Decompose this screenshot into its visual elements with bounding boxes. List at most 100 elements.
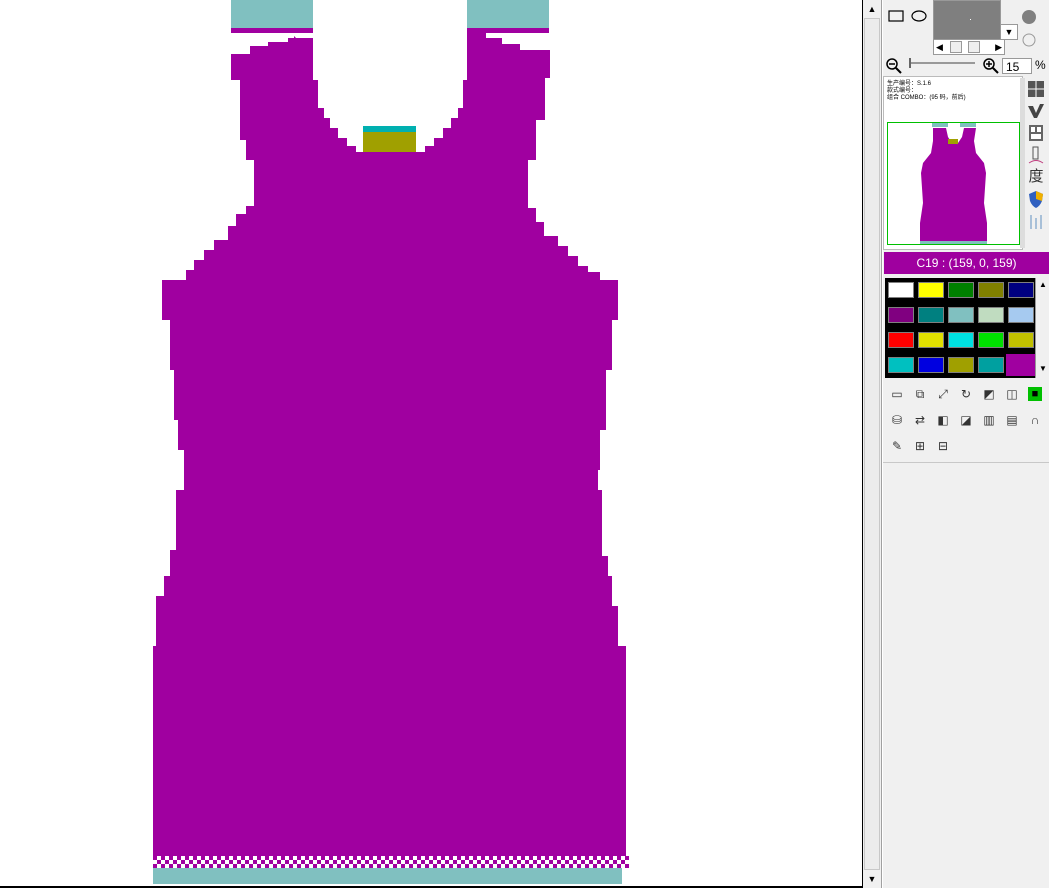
hem-checker-cell (229, 860, 233, 864)
hem-checker-cell (481, 860, 485, 864)
check-icon[interactable] (1025, 100, 1047, 122)
palette-swatch[interactable] (888, 332, 914, 348)
shield-icon[interactable] (1025, 188, 1047, 210)
hem-checker-cell (301, 864, 305, 868)
chevron-down-icon[interactable]: ▼ (1000, 24, 1018, 40)
hem-checker-cell (349, 860, 353, 864)
palette-swatch[interactable] (888, 357, 914, 373)
gradient-icon[interactable]: ▥ (979, 410, 999, 430)
hem-checker-cell (485, 860, 489, 864)
hem-checker-cell (405, 860, 409, 864)
zoom-slider-handle[interactable] (909, 58, 911, 68)
palette-swatch[interactable] (978, 307, 1004, 323)
hem-checker-cell (609, 856, 613, 860)
hem-checker-cell (609, 864, 613, 868)
distribute-icon[interactable]: ⊟ (933, 436, 953, 456)
mirror-icon[interactable]: ◩ (979, 384, 999, 404)
chevron-left-icon[interactable]: ◀ (936, 40, 943, 54)
hem-checker-cell (469, 856, 473, 860)
hem-checker-cell (625, 864, 629, 868)
main-vertical-scrollbar[interactable]: ▲ ▼ (862, 0, 882, 888)
palette-swatch[interactable] (978, 282, 1004, 298)
filled-circle-icon[interactable] (1022, 10, 1036, 24)
hem-checker-cell (285, 860, 289, 864)
chart-edit-icon[interactable]: ▤ (1002, 410, 1022, 430)
hem-checker-cell (545, 856, 549, 860)
palette-swatch[interactable] (888, 307, 914, 323)
hem-checker-cell (585, 864, 589, 868)
palette-swatch[interactable] (948, 282, 974, 298)
arch-icon[interactable]: ∩ (1025, 410, 1045, 430)
thumbnail-viewport-frame[interactable] (887, 122, 1020, 245)
palette-swatch[interactable] (1008, 282, 1034, 298)
zoom-slider[interactable] (909, 58, 975, 68)
zoom-in-icon[interactable] (982, 57, 1000, 75)
hem-checker-cell (509, 860, 513, 864)
scroll-thumb-small[interactable] (950, 41, 962, 53)
layout-icon[interactable] (1025, 122, 1047, 144)
copy-block-icon[interactable]: ⧉ (910, 384, 930, 404)
palette-swatch[interactable] (1008, 332, 1034, 348)
palette-scrollbar[interactable]: ▲ ▼ (1035, 278, 1049, 378)
hem-checker-cell (597, 856, 601, 860)
hem-checker-cell (337, 864, 341, 868)
bars-icon[interactable] (1025, 210, 1047, 232)
hem-checker-cell (521, 856, 525, 860)
palette-swatch[interactable] (948, 357, 974, 373)
pattern-preview-box[interactable] (933, 0, 1001, 40)
palette-swatch[interactable] (1006, 354, 1036, 376)
rectangle-shape-icon[interactable] (888, 10, 904, 22)
hem-checker-cell (333, 860, 337, 864)
brush-shape-options (1022, 10, 1036, 47)
split-view-icon[interactable]: ◫ (1002, 384, 1022, 404)
scroll-thumb-small-2[interactable] (968, 41, 980, 53)
ellipse-shape-icon[interactable] (911, 10, 927, 22)
hem-checker-cell (165, 856, 169, 860)
pen-icon[interactable] (1025, 144, 1047, 166)
scroll-down-arrow-icon[interactable]: ▼ (865, 872, 879, 886)
hem-checker-cell (253, 856, 257, 860)
palette-swatch[interactable] (978, 357, 1004, 373)
scroll-thumb[interactable] (864, 18, 880, 870)
hem-checker-cell (277, 864, 281, 868)
degree-icon[interactable]: 度 (1025, 166, 1047, 188)
drawing-canvas[interactable] (0, 0, 862, 886)
palette-swatch[interactable] (1008, 307, 1034, 323)
color-palette[interactable] (885, 278, 1036, 378)
palette-swatch[interactable] (918, 332, 944, 348)
zoom-out-icon[interactable] (885, 57, 903, 75)
palette-swatch[interactable] (888, 282, 914, 298)
hem-checker-cell (321, 860, 325, 864)
scroll-up-arrow-icon[interactable]: ▲ (1037, 280, 1049, 289)
flip-h-icon[interactable]: ◧ (933, 410, 953, 430)
palette-swatch[interactable] (978, 332, 1004, 348)
hem-checker-cell (409, 860, 413, 864)
hollow-circle-icon[interactable] (1022, 33, 1036, 47)
palette-swatch[interactable] (948, 332, 974, 348)
zoom-input[interactable]: 15 (1002, 58, 1032, 74)
hem-checker-cell (445, 856, 449, 860)
grid-icon[interactable] (1025, 78, 1047, 100)
palette-swatch[interactable] (918, 282, 944, 298)
hem-checker-cell (249, 856, 253, 860)
palette-swatch[interactable] (918, 357, 944, 373)
palette-swatch[interactable] (918, 307, 944, 323)
scroll-down-arrow-icon[interactable]: ▼ (1037, 364, 1049, 373)
resize-icon[interactable]: ⤢ (933, 384, 953, 404)
invert-icon[interactable]: ◪ (956, 410, 976, 430)
chevron-right-icon[interactable]: ▶ (995, 40, 1002, 54)
palette-swatch[interactable] (948, 307, 974, 323)
black-fill-icon[interactable]: ■ (1028, 387, 1042, 401)
align-icon[interactable]: ⊞ (910, 436, 930, 456)
hem-checker-cell (557, 864, 561, 868)
swap-colors-icon[interactable]: ⇄ (910, 410, 930, 430)
pen-tool-icon[interactable]: ✎ (887, 436, 907, 456)
scroll-up-arrow-icon[interactable]: ▲ (865, 2, 879, 16)
select-rect-icon[interactable]: ▭ (887, 384, 907, 404)
hem-checker-cell (313, 856, 317, 860)
fill-bucket-icon[interactable]: ⛁ (887, 410, 907, 430)
thumbnail-navigator[interactable]: 生产编号：S.1.6 款式编号： 组合 COMBO：(95 码，前后) (883, 76, 1023, 250)
preview-horizontal-scrollbar[interactable]: ◀ ▶ (933, 39, 1005, 55)
rotate-360-icon[interactable]: ↻ (956, 384, 976, 404)
neck-label (363, 132, 416, 152)
